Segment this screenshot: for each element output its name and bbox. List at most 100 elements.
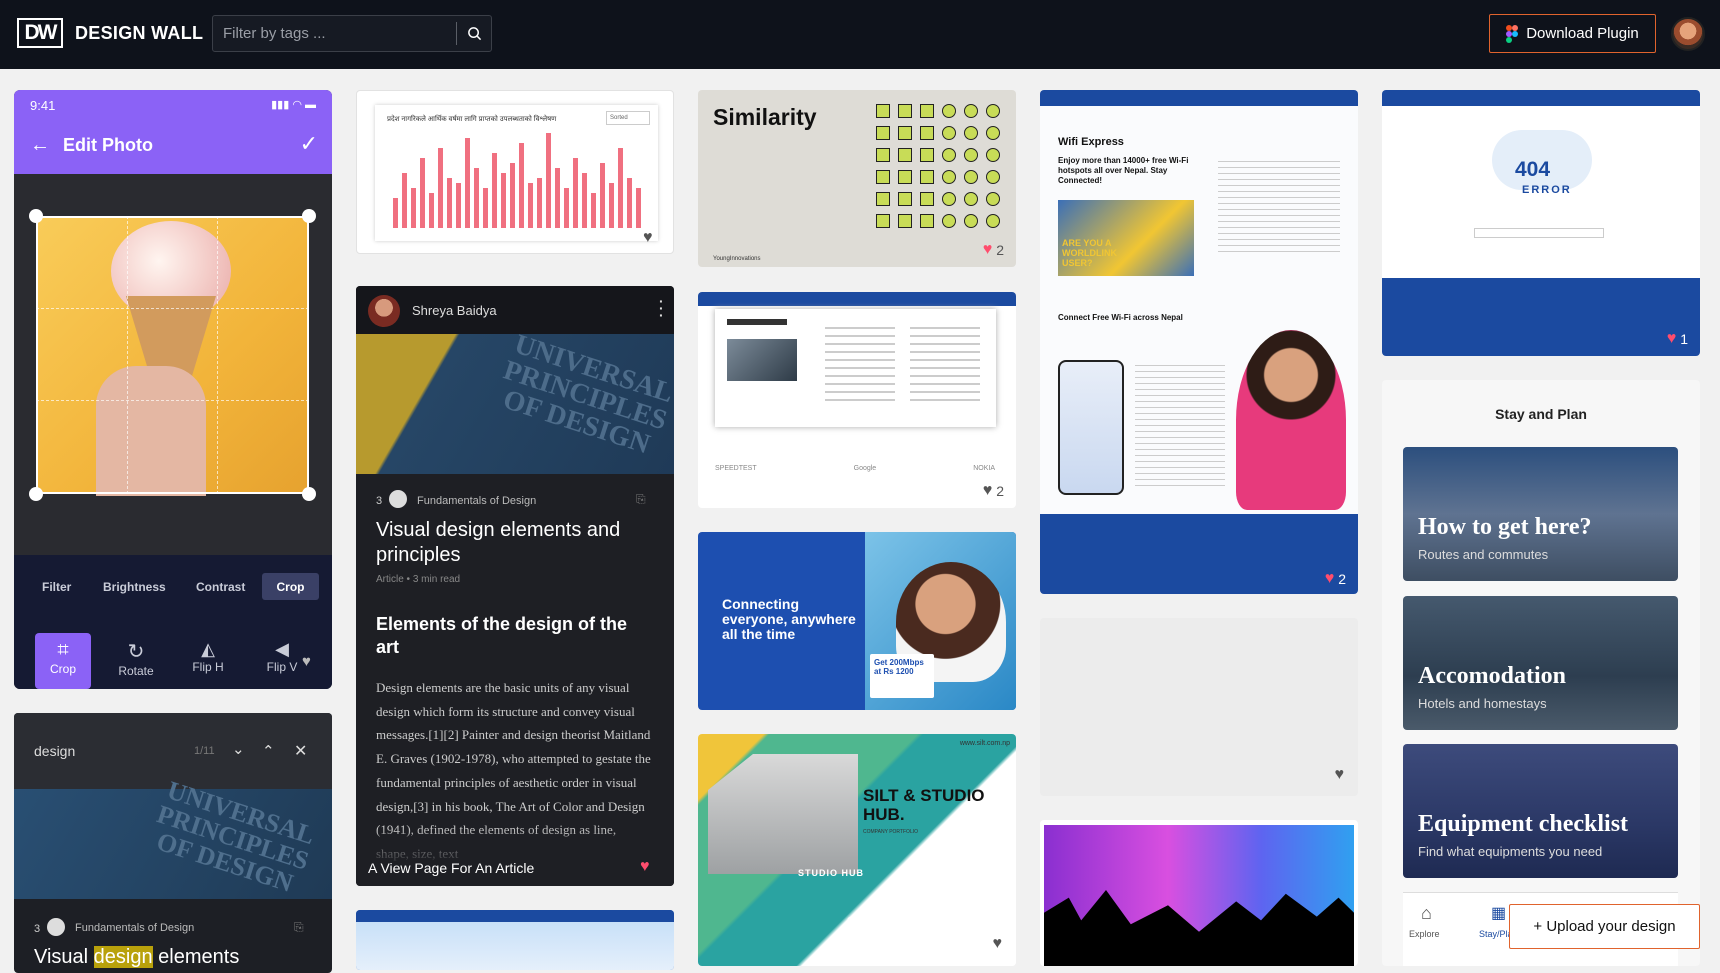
- woman-photo: [1236, 330, 1346, 510]
- logo[interactable]: DW: [17, 18, 63, 48]
- like-count[interactable]: ♥ 2: [983, 482, 1004, 500]
- error-code: 404: [1515, 158, 1551, 181]
- brand-name[interactable]: DESIGN WALL: [75, 23, 203, 44]
- wifi-express-card[interactable]: Wifi Express Enjoy more than 14000+ free…: [1040, 90, 1358, 594]
- bar-chart: [393, 133, 641, 228]
- silt-url: www.silt.com.np: [959, 740, 1010, 747]
- map-icon[interactable]: ▦: [1491, 903, 1506, 923]
- flip-h-tool[interactable]: ◭ Flip H: [180, 633, 236, 689]
- chevron-down-icon[interactable]: ⌄: [232, 740, 245, 758]
- crop-handle[interactable]: [29, 209, 43, 223]
- plan-item-title: How to get here?: [1418, 514, 1592, 540]
- grid-shape: [986, 126, 1000, 140]
- crop-handle[interactable]: [302, 487, 316, 501]
- tag-filter-input[interactable]: [213, 16, 456, 51]
- user-avatar[interactable]: [1671, 17, 1705, 51]
- like-number: 1: [1680, 331, 1688, 347]
- home-icon[interactable]: ⌂: [1421, 903, 1432, 924]
- bar: [519, 143, 524, 228]
- plan-item-directions[interactable]: How to get here? Routes and commutes: [1403, 447, 1678, 581]
- article-meta: Article • 3 min read: [376, 574, 461, 585]
- plan-item-accommodation[interactable]: Accomodation Hotels and homestays: [1403, 596, 1678, 730]
- grid-shape: [876, 148, 890, 162]
- title-part: elements: [152, 946, 240, 968]
- bookmark-icon[interactable]: ⎘: [294, 920, 304, 935]
- error-404-card[interactable]: 404 ERROR ♥ 1: [1382, 90, 1700, 356]
- loading-card[interactable]: ♥: [1040, 618, 1358, 796]
- plan-item-subtitle: Hotels and homestays: [1418, 696, 1547, 711]
- similarity-card[interactable]: Similarity YoungInnovations ♥ 2: [698, 90, 1016, 267]
- chevron-up-icon[interactable]: ⌃: [262, 742, 275, 760]
- silt-card[interactable]: www.silt.com.np SILT & STUDIO HUB. COMPA…: [698, 734, 1016, 966]
- wifi-tagline: Enjoy more than 14000+ free Wi-Fi hotspo…: [1058, 156, 1189, 185]
- stay-plan-card[interactable]: Stay and Plan How to get here? Routes an…: [1382, 380, 1700, 966]
- status-time: 9:41: [30, 98, 56, 113]
- rotate-tool[interactable]: ↻ Rotate: [108, 633, 164, 689]
- back-arrow-icon[interactable]: ←: [30, 134, 50, 157]
- figma-icon: [1506, 24, 1519, 43]
- edit-photo-card[interactable]: 9:41 ▮▮▮ ◠ ▬ ← Edit Photo ✓ Filter Brigh…: [14, 90, 332, 689]
- heart-icon[interactable]: ♥: [993, 935, 1003, 953]
- article-heading: Elements of the design of the art: [376, 614, 628, 657]
- connecting-card[interactable]: Connecting everyone, anywhere all the ti…: [698, 532, 1016, 710]
- heart-icon[interactable]: ♥: [302, 653, 311, 670]
- grid-shape: [876, 192, 890, 206]
- tab-filter[interactable]: Filter: [42, 580, 71, 594]
- upload-design-button[interactable]: + Upload your design: [1509, 904, 1700, 949]
- find-query: design: [34, 743, 76, 759]
- tab-brightness[interactable]: Brightness: [103, 580, 166, 594]
- worldlink-plans-card[interactable]: SPEEDTEST Google NOKIA ♥ 2: [698, 292, 1016, 508]
- article-card[interactable]: Shreya Baidya · · · UNIVERSAL PRINCIPLES O…: [356, 286, 674, 886]
- connecting-headline: Connecting everyone, anywhere all the ti…: [722, 596, 856, 642]
- bar: [609, 183, 614, 228]
- like-count[interactable]: ♥ 1: [1667, 330, 1688, 348]
- publication-name: Fundamentals of Design: [75, 922, 195, 934]
- grid-shape: [898, 214, 912, 228]
- grid-shape: [876, 170, 890, 184]
- crop-handle[interactable]: [302, 209, 316, 223]
- plan-item-equipment[interactable]: Equipment checklist Find what equipments…: [1403, 744, 1678, 878]
- more-icon[interactable]: · · ·: [659, 294, 664, 322]
- title-part: Visual: [34, 946, 94, 968]
- bar: [465, 138, 470, 228]
- bar: [447, 178, 452, 228]
- wifi-video[interactable]: ARE YOU A WORLDLINK USER?: [1058, 200, 1194, 276]
- heart-icon[interactable]: ♥: [1335, 766, 1345, 784]
- crop-icon: ⌗: [57, 639, 69, 661]
- download-plugin-button[interactable]: Download Plugin: [1489, 14, 1656, 53]
- search-button[interactable]: [456, 22, 491, 45]
- shape-grid: [876, 104, 1006, 234]
- heart-icon[interactable]: ♥: [640, 858, 650, 876]
- tab-contrast[interactable]: Contrast: [196, 580, 245, 594]
- grid-shape: [942, 192, 956, 206]
- bar: [537, 178, 542, 228]
- rotate-icon: ↻: [127, 641, 145, 663]
- grid-shape: [920, 104, 934, 118]
- tab-crop[interactable]: Crop: [262, 573, 319, 600]
- forest-card[interactable]: [1040, 820, 1358, 966]
- worldlink-card-partial[interactable]: [356, 910, 674, 970]
- chart-card[interactable]: प्रदेश नागरिकले आर्थिक वर्षमा लागि प्राप…: [356, 90, 674, 254]
- grid-shape: [964, 214, 978, 228]
- sort-select[interactable]: Sorted: [606, 111, 650, 125]
- like-count[interactable]: ♥ 2: [1325, 570, 1346, 588]
- bar: [546, 133, 551, 228]
- grid-shape: [986, 170, 1000, 184]
- grid-shape: [942, 170, 956, 184]
- heart-icon[interactable]: ♥: [643, 229, 653, 247]
- grid-shape: [920, 170, 934, 184]
- grid-shape: [986, 192, 1000, 206]
- like-number: 2: [996, 483, 1004, 499]
- grid-shape: [942, 104, 956, 118]
- like-count[interactable]: ♥ 2: [983, 241, 1004, 259]
- crop-handle[interactable]: [29, 487, 43, 501]
- bookmark-icon[interactable]: ⎘: [636, 492, 646, 507]
- close-icon[interactable]: ✕: [294, 741, 307, 761]
- building-photo: [708, 754, 858, 874]
- crop-tool[interactable]: ⌗ Crop: [35, 633, 91, 689]
- bar: [393, 198, 398, 228]
- download-plugin-label: Download Plugin: [1526, 25, 1639, 42]
- check-icon[interactable]: ✓: [300, 131, 318, 157]
- nav-explore[interactable]: Explore: [1409, 929, 1440, 939]
- search-panel-card[interactable]: design 1/11 ⌄ ⌃ ✕ UNIVERSAL PRINCIPLES OF …: [14, 713, 332, 973]
